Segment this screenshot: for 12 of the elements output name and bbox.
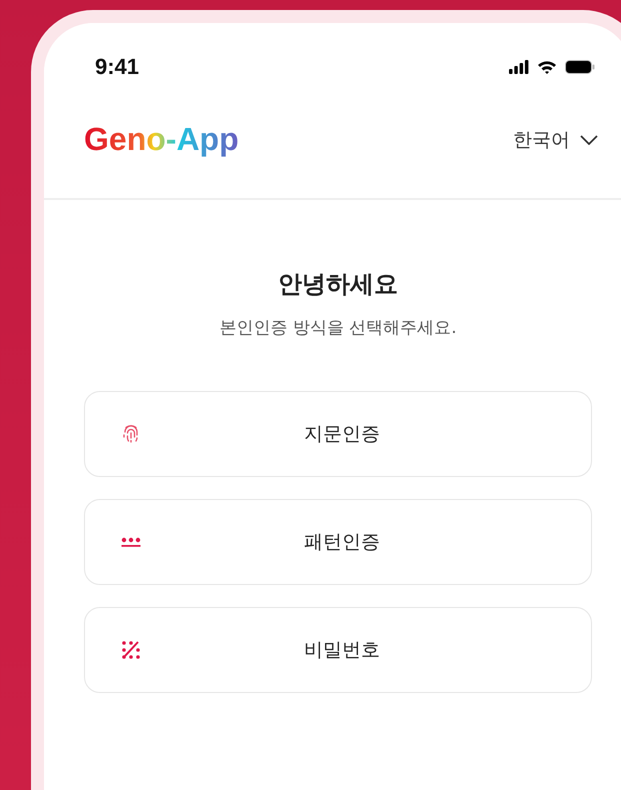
greeting-title: 안녕하세요 bbox=[278, 269, 398, 300]
auth-method-button[interactable]: 비밀번호 bbox=[84, 607, 592, 693]
auth-method-button[interactable]: 지문인증 bbox=[84, 391, 592, 477]
signal-icon bbox=[509, 60, 529, 74]
dot-grid-icon bbox=[121, 640, 141, 660]
chevron-down-icon bbox=[580, 134, 598, 144]
wifi-icon bbox=[537, 60, 557, 74]
auth-method-button[interactable]: 패턴인증 bbox=[84, 499, 592, 585]
battery-icon bbox=[565, 60, 595, 74]
greeting-subtitle: 본인인증 방식을 선택해주세요. bbox=[219, 317, 457, 339]
status-time: 9:41 bbox=[95, 54, 140, 80]
language-selector[interactable]: 한국어 bbox=[513, 126, 598, 152]
